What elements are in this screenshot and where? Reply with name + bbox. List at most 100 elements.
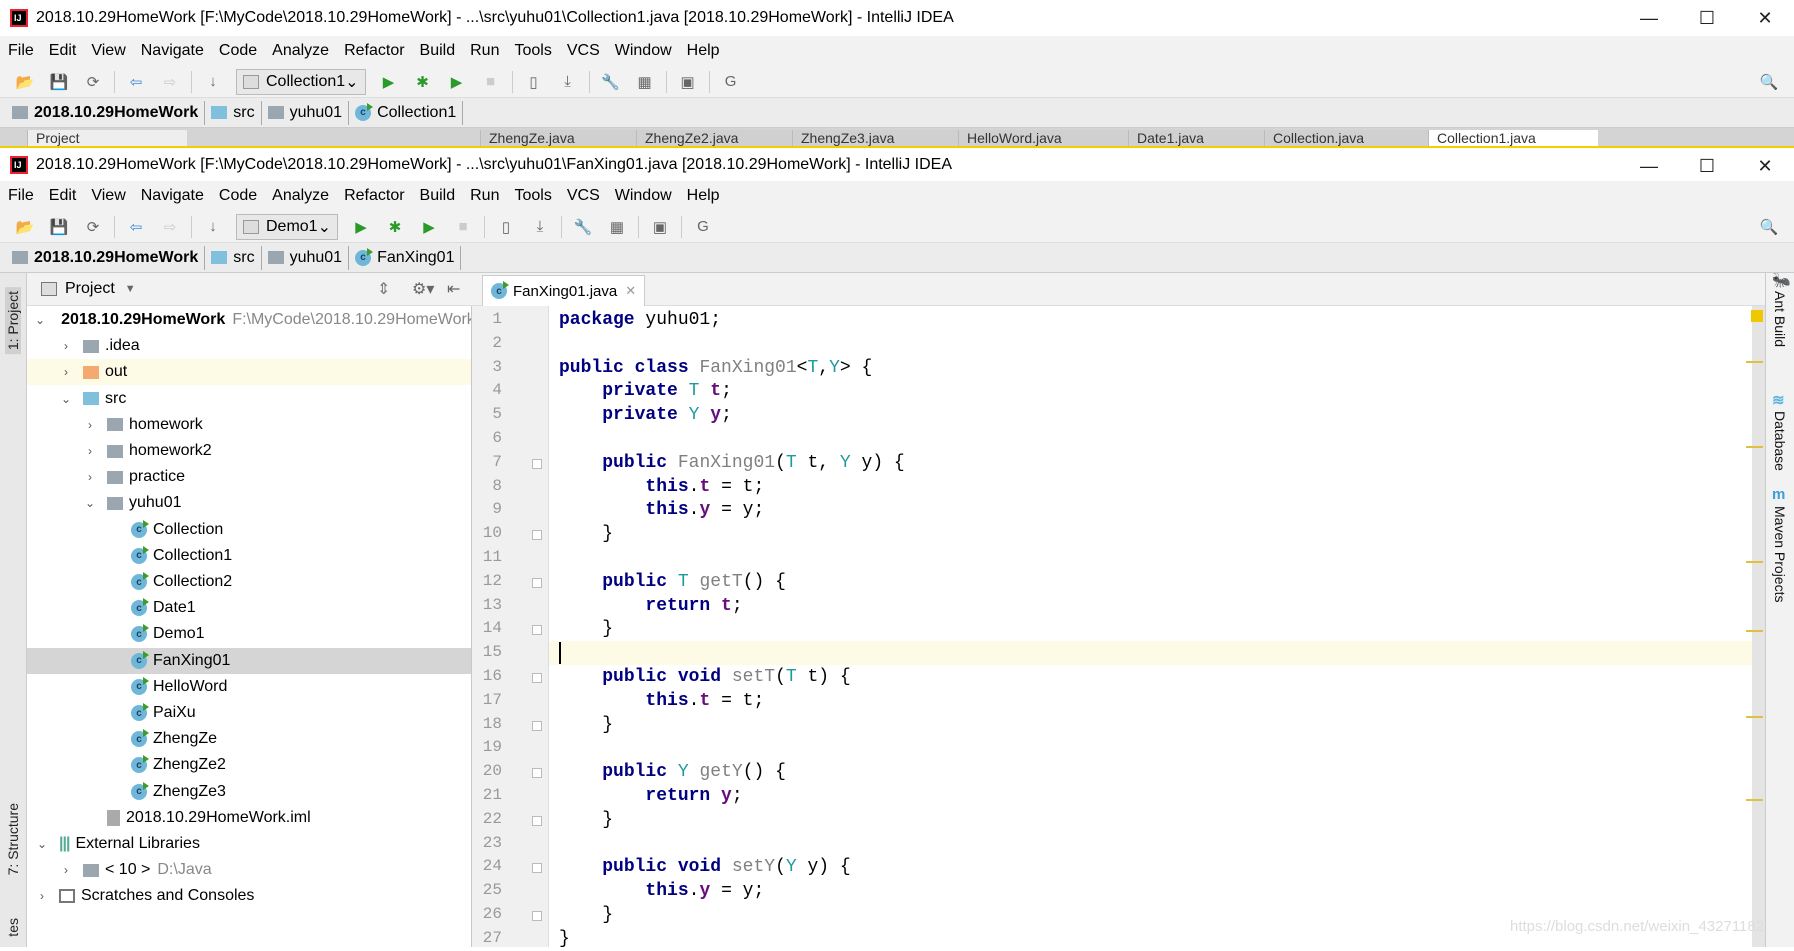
tree-item[interactable]: c Collection2: [27, 569, 471, 595]
menu-run[interactable]: Run: [470, 42, 499, 60]
save-icon[interactable]: 💾: [48, 72, 70, 92]
menu-help[interactable]: Help: [687, 42, 720, 60]
collapse-all-icon[interactable]: ⇕: [377, 279, 390, 299]
breadcrumb-yuhu01[interactable]: yuhu01: [267, 245, 350, 270]
debug-icon[interactable]: ✱: [384, 217, 406, 237]
update-icon[interactable]: ⤓: [557, 72, 579, 92]
code-editor[interactable]: package yuhu01; public class FanXing01<T,…: [549, 306, 1752, 949]
gear-icon[interactable]: ⚙▾: [412, 279, 434, 299]
menu-view[interactable]: View: [91, 187, 125, 205]
menu-build[interactable]: Build: [420, 187, 456, 205]
forward-icon[interactable]: ⇨: [159, 217, 181, 237]
tree-item[interactable]: › out: [27, 359, 471, 386]
menu-file[interactable]: File: [8, 42, 34, 60]
settings-icon[interactable]: 🔧: [572, 217, 594, 237]
sdk-icon[interactable]: ▣: [677, 72, 699, 92]
background-tab[interactable]: Collection.java: [1264, 130, 1428, 146]
hide-panel-icon[interactable]: ⇤: [447, 279, 460, 299]
run-icon[interactable]: ▶: [378, 72, 400, 92]
tool-maven-projects-button[interactable]: Maven Projects: [1772, 506, 1788, 602]
tree-item[interactable]: › homework2: [27, 438, 471, 464]
tree-item[interactable]: ⌄ ||| External Libraries: [27, 831, 471, 857]
breadcrumb-src[interactable]: src: [211, 245, 262, 270]
tree-item[interactable]: c PaiXu: [27, 700, 471, 726]
menu-view[interactable]: View: [91, 42, 125, 60]
back-icon[interactable]: ⇦: [125, 217, 147, 237]
fold-marker-icon[interactable]: [532, 673, 542, 683]
tree-item[interactable]: ⌄ 2018.10.29HomeWork F:\MyCode\2018.10.29H…: [27, 307, 471, 333]
tree-item[interactable]: c ZhengZe3: [27, 779, 471, 805]
fold-marker-icon[interactable]: [532, 530, 542, 541]
background-tab[interactable]: ZhengZe.java: [480, 130, 636, 146]
forward-icon[interactable]: ⇨: [159, 72, 181, 92]
menu-window[interactable]: Window: [615, 42, 672, 60]
close-button[interactable]: ✕: [1736, 148, 1794, 181]
fold-marker-icon[interactable]: [532, 911, 542, 921]
settings-icon[interactable]: 🔧: [600, 72, 622, 92]
open-folder-icon[interactable]: 📂: [14, 217, 36, 237]
breadcrumb-yuhu01[interactable]: yuhu01: [267, 100, 350, 125]
tree-item[interactable]: c Demo1: [27, 621, 471, 647]
chevron-right-icon[interactable]: ›: [83, 444, 97, 458]
debug-icon[interactable]: ✱: [412, 72, 434, 92]
tree-item[interactable]: › practice: [27, 464, 471, 490]
fold-marker-icon[interactable]: [532, 863, 542, 874]
breadcrumb-collection1[interactable]: c Collection1: [355, 100, 464, 125]
warning-stripe-mark[interactable]: [1746, 561, 1763, 563]
sync-icon[interactable]: ⟳: [82, 72, 104, 92]
breadcrumb-2018.10.29homework[interactable]: 2018.10.29HomeWork: [12, 100, 206, 125]
tree-item[interactable]: c ZhengZe2: [27, 752, 471, 778]
menu-tools[interactable]: Tools: [514, 42, 551, 60]
menu-edit[interactable]: Edit: [49, 42, 77, 60]
update-icon[interactable]: ⤓: [529, 217, 551, 237]
run-configuration-selector[interactable]: Demo1 ⌄: [236, 213, 338, 240]
breadcrumb-fanxing01[interactable]: c FanXing01: [355, 245, 462, 270]
background-project-header[interactable]: Project: [27, 130, 187, 146]
menu-code[interactable]: Code: [219, 42, 257, 60]
tree-item[interactable]: ⌄ src: [27, 386, 471, 412]
maximize-button[interactable]: ☐: [1678, 148, 1736, 181]
menu-help[interactable]: Help: [687, 187, 720, 205]
minimize-button[interactable]: —: [1620, 148, 1678, 181]
menu-navigate[interactable]: Navigate: [141, 187, 204, 205]
tree-item[interactable]: c ZhengZe: [27, 726, 471, 752]
breadcrumb-src[interactable]: src: [211, 100, 262, 125]
fold-marker-icon[interactable]: [532, 577, 542, 588]
dropdown-arrow-icon[interactable]: ▼: [125, 283, 136, 295]
tree-item[interactable]: c Date1: [27, 595, 471, 621]
stop-icon[interactable]: ■: [480, 72, 502, 92]
background-tab[interactable]: ZhengZe3.java: [792, 130, 958, 146]
maximize-button[interactable]: ☐: [1678, 0, 1736, 36]
translate-icon[interactable]: G: [720, 72, 742, 92]
fold-marker-icon[interactable]: [532, 458, 542, 469]
menu-window[interactable]: Window: [615, 187, 672, 205]
favorites-tool-button[interactable]: tes: [5, 918, 21, 937]
background-tab[interactable]: Date1.java: [1128, 130, 1264, 146]
chevron-down-icon[interactable]: ⌄: [59, 392, 73, 406]
coverage-icon[interactable]: ▶: [418, 217, 440, 237]
background-tab[interactable]: HelloWord.java: [958, 130, 1128, 146]
menu-analyze[interactable]: Analyze: [272, 42, 329, 60]
chevron-right-icon[interactable]: ›: [59, 863, 73, 877]
warning-stripe-mark[interactable]: [1746, 799, 1763, 801]
menu-vcs[interactable]: VCS: [567, 42, 600, 60]
tree-item[interactable]: › .idea: [27, 333, 471, 359]
open-folder-icon[interactable]: 📂: [14, 72, 36, 92]
project-structure-icon[interactable]: ▦: [606, 217, 628, 237]
tree-item[interactable]: 2018.10.29HomeWork.iml: [27, 805, 471, 831]
back-icon[interactable]: ⇦: [125, 72, 147, 92]
background-tab[interactable]: Collection1.java: [1428, 130, 1598, 146]
editor-scrollbar[interactable]: [1746, 306, 1765, 947]
fold-marker-icon[interactable]: [532, 625, 542, 636]
menu-refactor[interactable]: Refactor: [344, 187, 404, 205]
menu-file[interactable]: File: [8, 187, 34, 205]
menu-analyze[interactable]: Analyze: [272, 187, 329, 205]
chevron-right-icon[interactable]: ›: [35, 889, 49, 903]
tree-item[interactable]: ⌄ yuhu01: [27, 490, 471, 516]
translate-icon[interactable]: G: [692, 217, 714, 237]
menu-build[interactable]: Build: [420, 42, 456, 60]
close-tab-icon[interactable]: ✕: [625, 283, 636, 299]
stop-icon[interactable]: ■: [452, 217, 474, 237]
chevron-right-icon[interactable]: ›: [59, 365, 73, 379]
search-icon[interactable]: 🔍: [1758, 217, 1780, 237]
